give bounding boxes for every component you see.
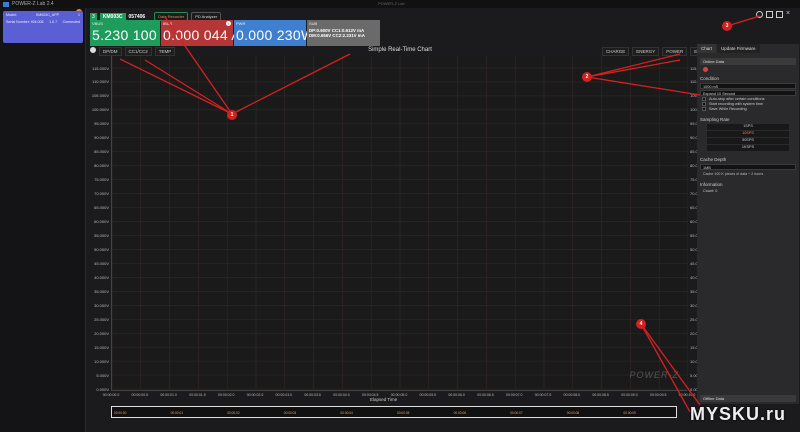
annotation-arrows xyxy=(119,15,761,413)
site-watermark: MYSKU.ru xyxy=(690,404,787,424)
annotation-3: 3 xyxy=(722,21,732,31)
annotation-1: 1 xyxy=(227,110,237,120)
annotation-4: 4 xyxy=(636,319,646,329)
annotation-2: 2 xyxy=(582,72,592,82)
